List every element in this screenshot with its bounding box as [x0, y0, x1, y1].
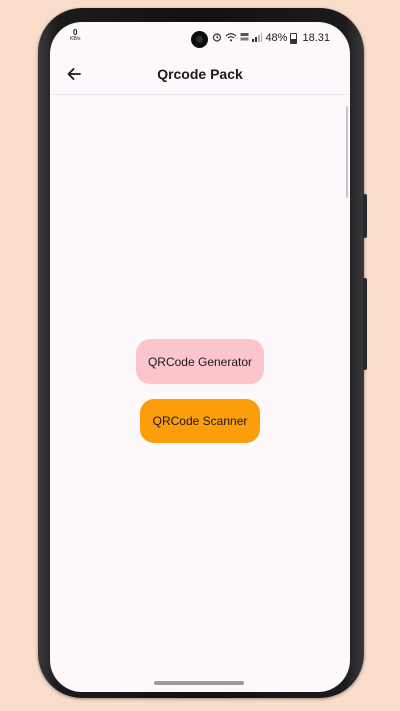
battery-percent: 48% — [265, 32, 288, 44]
volume-button — [363, 194, 367, 238]
qrcode-scanner-button[interactable]: QRCode Scanner — [140, 399, 260, 443]
alarm-icon — [212, 32, 222, 44]
scrollbar[interactable] — [346, 106, 348, 198]
front-camera — [191, 31, 208, 48]
network-speed-unit: KB/s — [70, 36, 81, 42]
battery-icon — [290, 32, 298, 44]
phone-screen: 0 KB/s 48% 18.31 Qrcode Pack QRCode Gene… — [50, 22, 350, 692]
network-speed-value: 0 — [73, 28, 78, 37]
wifi-icon — [225, 32, 237, 44]
network-speed: 0 KB/s — [70, 29, 81, 43]
signal-icon — [252, 32, 263, 44]
power-button — [363, 278, 367, 370]
home-indicator[interactable] — [154, 681, 244, 685]
volte-icon — [240, 32, 249, 44]
page-title: Qrcode Pack — [157, 66, 243, 82]
status-time: 18.31 — [302, 32, 330, 44]
status-icons: 48% 18.31 — [212, 32, 330, 44]
app-bar: Qrcode Pack — [50, 56, 350, 95]
phone-frame: 0 KB/s 48% 18.31 Qrcode Pack QRCode Gene… — [38, 8, 367, 698]
status-bar: 0 KB/s 48% 18.31 — [50, 22, 350, 52]
qrcode-generator-button[interactable]: QRCode Generator — [136, 339, 264, 384]
